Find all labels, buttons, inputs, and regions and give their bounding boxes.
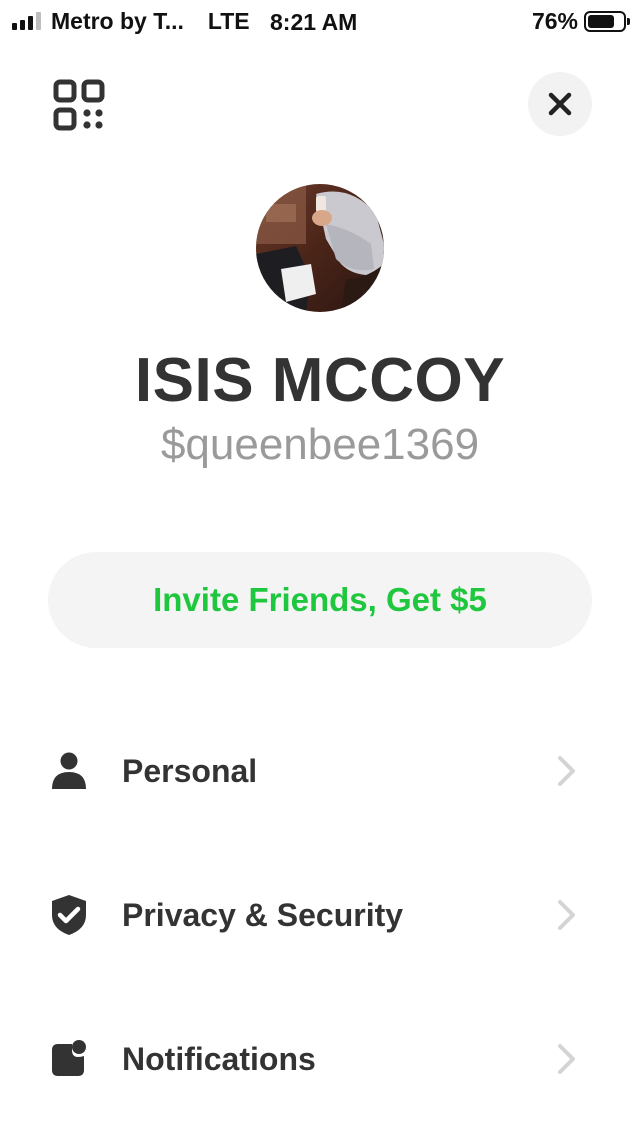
battery-cap [627, 17, 630, 25]
qr-code-icon[interactable] [52, 78, 106, 132]
status-left: Metro by T... LTE [12, 8, 264, 35]
signal-strength-icon [12, 12, 41, 30]
avatar[interactable] [256, 184, 384, 312]
invite-friends-button[interactable]: Invite Friends, Get $5 [48, 552, 592, 648]
menu-item-label: Notifications [122, 1040, 316, 1077]
carrier-name: Metro by T... [51, 7, 184, 34]
battery-percent: 76% [531, 7, 578, 34]
menu-item-privacy-security[interactable]: Privacy & Security [0, 865, 640, 965]
chevron-right-icon [558, 1044, 575, 1074]
status-right: 76% [531, 7, 630, 35]
close-button[interactable] [528, 72, 592, 136]
menu-item-label: Personal [122, 752, 258, 789]
shield-check-icon [48, 894, 90, 936]
display-name: ISIS MCCOY [134, 346, 506, 415]
invite-friends-label: Invite Friends, Get $5 [153, 581, 487, 618]
battery-icon [584, 10, 630, 32]
status-bar: Metro by T... LTE 8:21 AM 76% [0, 0, 640, 42]
close-icon [548, 92, 572, 116]
notification-badge-icon [48, 1038, 90, 1080]
menu-item-personal[interactable]: Personal [0, 721, 640, 821]
chevron-right-icon [558, 756, 575, 786]
network-type: LTE [207, 7, 250, 34]
chevron-right-icon [558, 900, 575, 930]
person-icon [48, 750, 90, 792]
cashtag: $queenbee1369 [160, 420, 480, 469]
status-time: 8:21 AM [270, 9, 358, 35]
profile-screen: Metro by T... LTE 8:21 AM 76% ISIS MCCOY… [0, 0, 640, 1136]
battery-fill [588, 14, 614, 28]
menu-item-label: Privacy & Security [122, 896, 404, 933]
menu-item-notifications[interactable]: Notifications [0, 1009, 640, 1109]
